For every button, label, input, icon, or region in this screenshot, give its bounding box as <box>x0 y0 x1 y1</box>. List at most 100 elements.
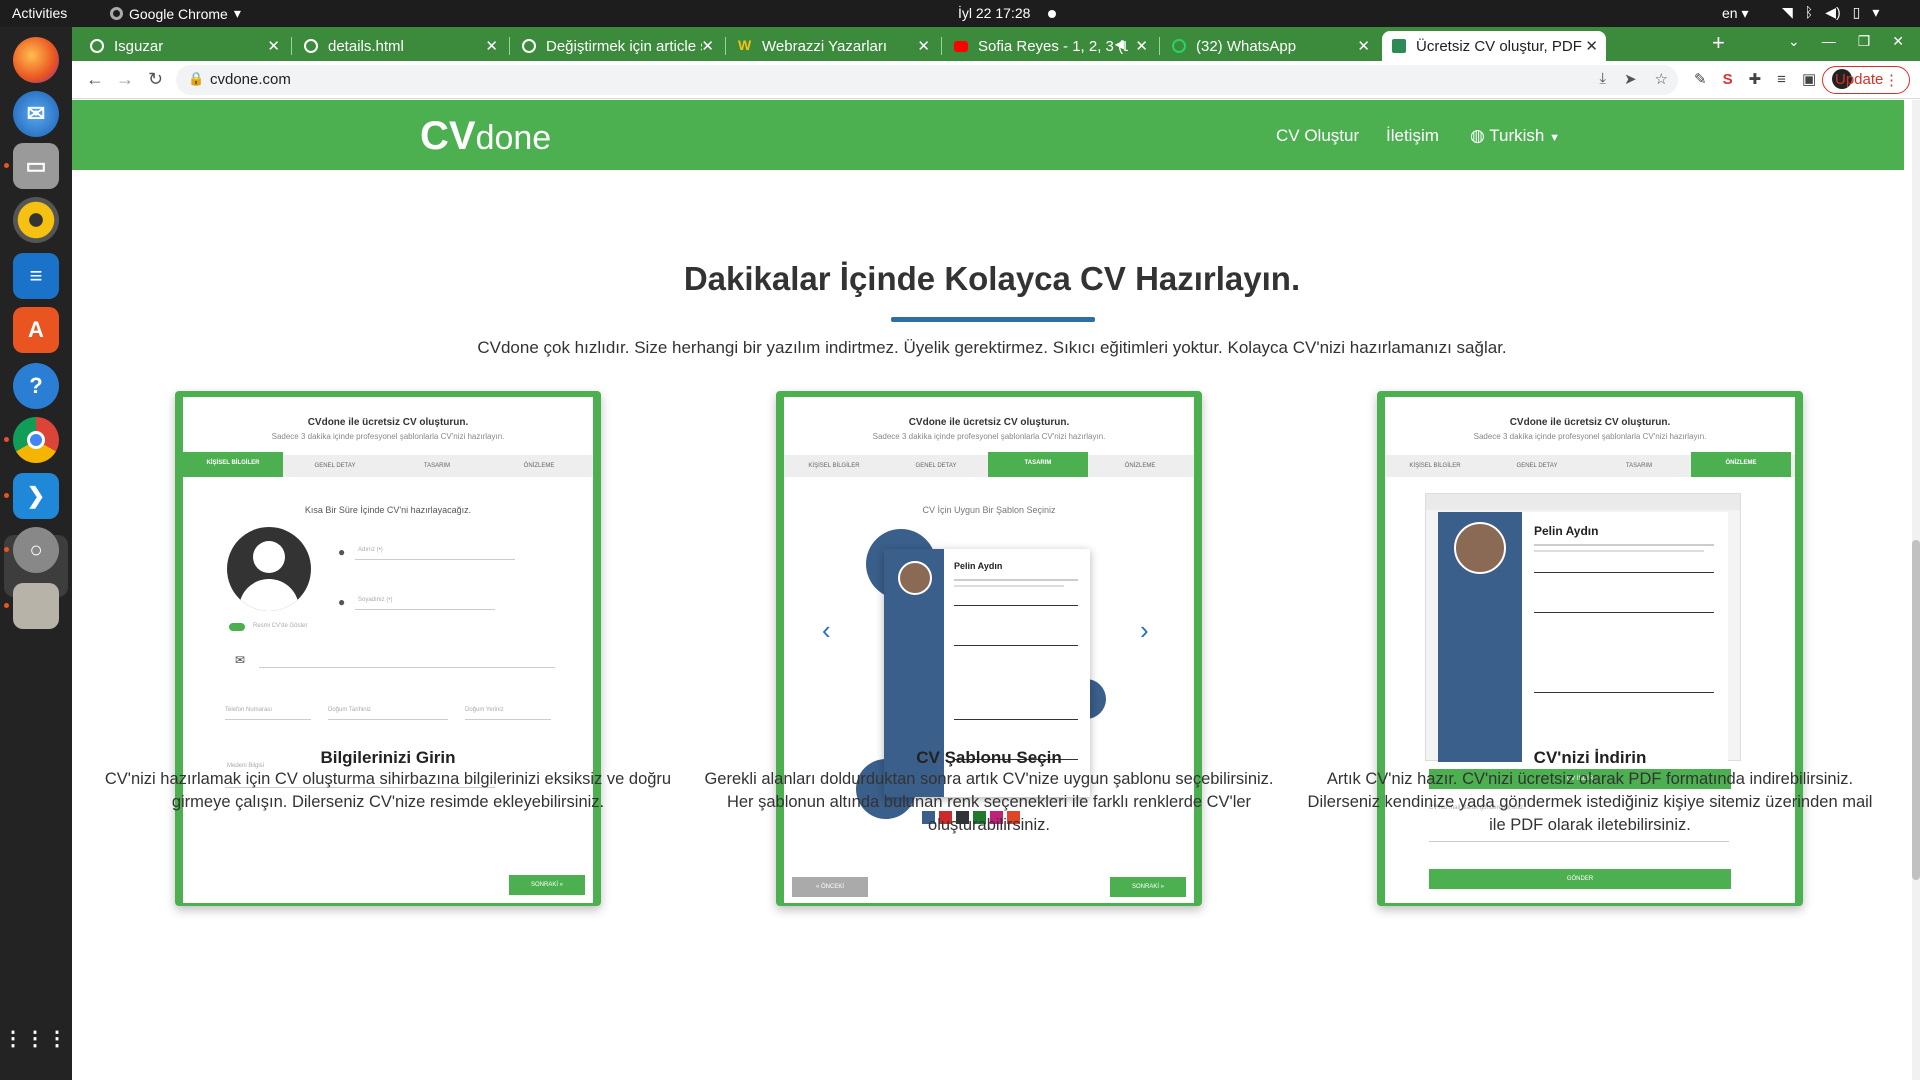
tab-webrazzi[interactable]: W Webrazzi Yazarları ✕ <box>728 31 938 61</box>
maximize-icon[interactable]: ❐ <box>1858 33 1871 50</box>
person-icon: ● <box>338 545 346 559</box>
section-title: Dakikalar İçinde Kolayca CV Hazırlayın. <box>683 260 1301 297</box>
globe-icon <box>304 39 318 53</box>
cvdone-favicon-icon <box>1392 39 1406 53</box>
title-underline <box>891 317 1095 322</box>
system-top-bar: Activities Google Chrome ▾ İyl 22 17:28 … <box>0 0 1920 27</box>
language-dropdown[interactable]: ◍ Turkish ▼ <box>1470 126 1560 146</box>
chevron-down-icon: ▾ <box>1872 4 1880 20</box>
forward-icon[interactable]: → <box>116 69 134 90</box>
software-icon[interactable]: A <box>13 307 59 353</box>
person-icon: ● <box>338 595 346 609</box>
page-scrollbar-thumb[interactable] <box>1912 540 1920 880</box>
tab-youtube[interactable]: Sofia Reyes - 1, 2, 3 (L ◀ ✕ <box>944 31 1156 61</box>
avatar-placeholder-icon <box>227 527 311 611</box>
system-tray[interactable]: ◥ ᛒ ◀) ▯ ▾ <box>1782 4 1879 21</box>
help-icon[interactable]: ? <box>13 363 59 409</box>
dock: ✉ ▭ ≡ A ? ❯ ○ ⋮⋮⋮ <box>0 27 72 1080</box>
nav-create-cv[interactable]: CV Oluştur <box>1276 126 1359 146</box>
vscode-icon[interactable]: ❯ <box>13 473 59 519</box>
running-indicator <box>4 547 9 552</box>
tab-whatsapp[interactable]: (32) WhatsApp ✕ <box>1162 31 1378 61</box>
install-icon[interactable]: ⤓ <box>1599 70 1606 88</box>
puzzle-icon[interactable]: ✚ <box>1749 70 1762 88</box>
thunderbird-icon[interactable]: ✉ <box>13 91 59 137</box>
url-text[interactable]: cvdone.com <box>210 71 291 88</box>
tab-search-icon[interactable]: ⌄ <box>1788 33 1800 50</box>
globe-icon <box>522 39 536 53</box>
address-bar[interactable]: 🔒 cvdone.com ⤓ ➤ ☆ <box>176 65 1678 95</box>
speaker-icon[interactable]: ◀ <box>1115 37 1124 51</box>
webrazzi-icon: W <box>738 37 752 53</box>
input-language[interactable]: en ▾ <box>1722 5 1749 22</box>
firefox-icon[interactable] <box>13 37 59 83</box>
running-indicator <box>4 437 9 442</box>
archive-icon[interactable] <box>13 583 59 629</box>
bluetooth-icon: ᛒ <box>1804 4 1814 20</box>
tab-details[interactable]: details.html ✕ <box>294 31 506 61</box>
battery-icon: ▯ <box>1852 4 1861 20</box>
site-logo[interactable]: CVdone <box>420 114 551 159</box>
tab-article[interactable]: Değiştirmek için article s ✕ <box>512 31 722 61</box>
window-controls: ⌄ — ❐ ✕ <box>1788 33 1904 50</box>
section-subtitle: CVdone çok hızlıdır. Size herhangi bir y… <box>477 338 1507 357</box>
update-button[interactable]: Update ⋮ <box>1822 66 1910 94</box>
writer-icon[interactable]: ≡ <box>13 253 59 299</box>
card-title-template: CV Şablonu Seçin <box>916 748 1062 767</box>
volume-icon: ◀) <box>1825 4 1841 20</box>
activities-button[interactable]: Activities <box>12 5 67 21</box>
mock-next-button: SONRAKİ » <box>509 875 585 895</box>
card-title-download: CV'nizi İndirin <box>1533 748 1647 767</box>
sidepanel-icon[interactable]: ▣ <box>1802 70 1816 88</box>
globe-icon: ◍ <box>1470 126 1485 145</box>
show-apps-icon[interactable]: ⋮⋮⋮ <box>3 1015 67 1061</box>
new-tab-button[interactable]: + <box>1712 30 1725 56</box>
files-icon[interactable]: ▭ <box>13 143 59 189</box>
tab-cvdone[interactable]: Ücretsiz CV oluştur, PDF ✕ <box>1382 31 1606 61</box>
recording-indicator-icon <box>1048 10 1056 18</box>
close-icon[interactable]: ✕ <box>1892 33 1904 50</box>
app-menu[interactable]: Google Chrome ▾ <box>110 5 241 22</box>
chrome-icon <box>110 7 123 20</box>
tab-isguzar[interactable]: Isguzar ✕ <box>80 31 288 61</box>
extension-pen-icon[interactable]: ✎ <box>1694 70 1707 88</box>
web-page: CVdone CV Oluştur İletişim ◍ Turkish ▼ D… <box>72 100 1912 1080</box>
screenshot-icon[interactable]: ○ <box>13 527 59 573</box>
clock[interactable]: İyl 22 17:28 <box>958 5 1030 21</box>
tab-strip: Isguzar ✕ details.html ✕ Değiştirmek için … <box>72 27 1920 61</box>
running-indicator <box>4 493 9 498</box>
pdf-viewer: Pelin Aydın <box>1425 493 1741 762</box>
reload-icon[interactable]: ↻ <box>148 69 163 90</box>
wifi-icon: ◥ <box>1782 4 1793 20</box>
rhythmbox-icon[interactable] <box>13 197 59 243</box>
browser-toolbar: ← → ↻ 🔒 cvdone.com ⤓ ➤ ☆ ✎ S ✚ ≡ ▣ Updat… <box>72 61 1920 99</box>
bookmark-star-icon[interactable]: ☆ <box>1655 70 1668 88</box>
carousel-prev-icon: ‹ <box>822 615 831 645</box>
nav-contact[interactable]: İletişim <box>1386 126 1439 146</box>
close-icon[interactable]: ✕ <box>267 37 280 55</box>
chrome-icon[interactable] <box>13 417 59 463</box>
close-icon[interactable]: ✕ <box>917 37 930 55</box>
close-icon[interactable]: ✕ <box>1135 37 1148 55</box>
wizard-screenshot-info: CVdone ile ücretsiz CV oluşturun. Sadece… <box>183 397 593 903</box>
extension-s-icon[interactable]: S <box>1723 71 1733 88</box>
kebab-menu-icon: ⋮ <box>1884 72 1899 89</box>
card-text-download: Artık CV'niz hazır. CV'nizi ücretsiz ola… <box>1307 770 1873 834</box>
back-icon[interactable]: ← <box>86 69 104 90</box>
globe-icon <box>90 39 104 53</box>
lock-icon[interactable]: 🔒 <box>188 71 204 87</box>
close-icon[interactable]: ✕ <box>485 37 498 55</box>
mail-icon: ✉ <box>235 653 246 667</box>
mock-next-button: SONRAKİ » <box>1110 877 1186 897</box>
close-icon[interactable]: ✕ <box>1357 37 1370 55</box>
share-icon[interactable]: ➤ <box>1624 70 1637 88</box>
running-indicator <box>4 163 9 168</box>
minimize-icon[interactable]: — <box>1822 33 1836 50</box>
step-card-info: CVdone ile ücretsiz CV oluşturun. Sadece… <box>175 391 601 906</box>
app-name: Google Chrome <box>129 5 228 22</box>
close-icon[interactable]: ✕ <box>1585 37 1598 55</box>
close-icon[interactable]: ✕ <box>701 37 714 55</box>
card-title-info: Bilgilerinizi Girin <box>320 748 456 767</box>
carousel-next-icon: › <box>1140 615 1149 645</box>
media-icon[interactable]: ≡ <box>1777 71 1786 88</box>
